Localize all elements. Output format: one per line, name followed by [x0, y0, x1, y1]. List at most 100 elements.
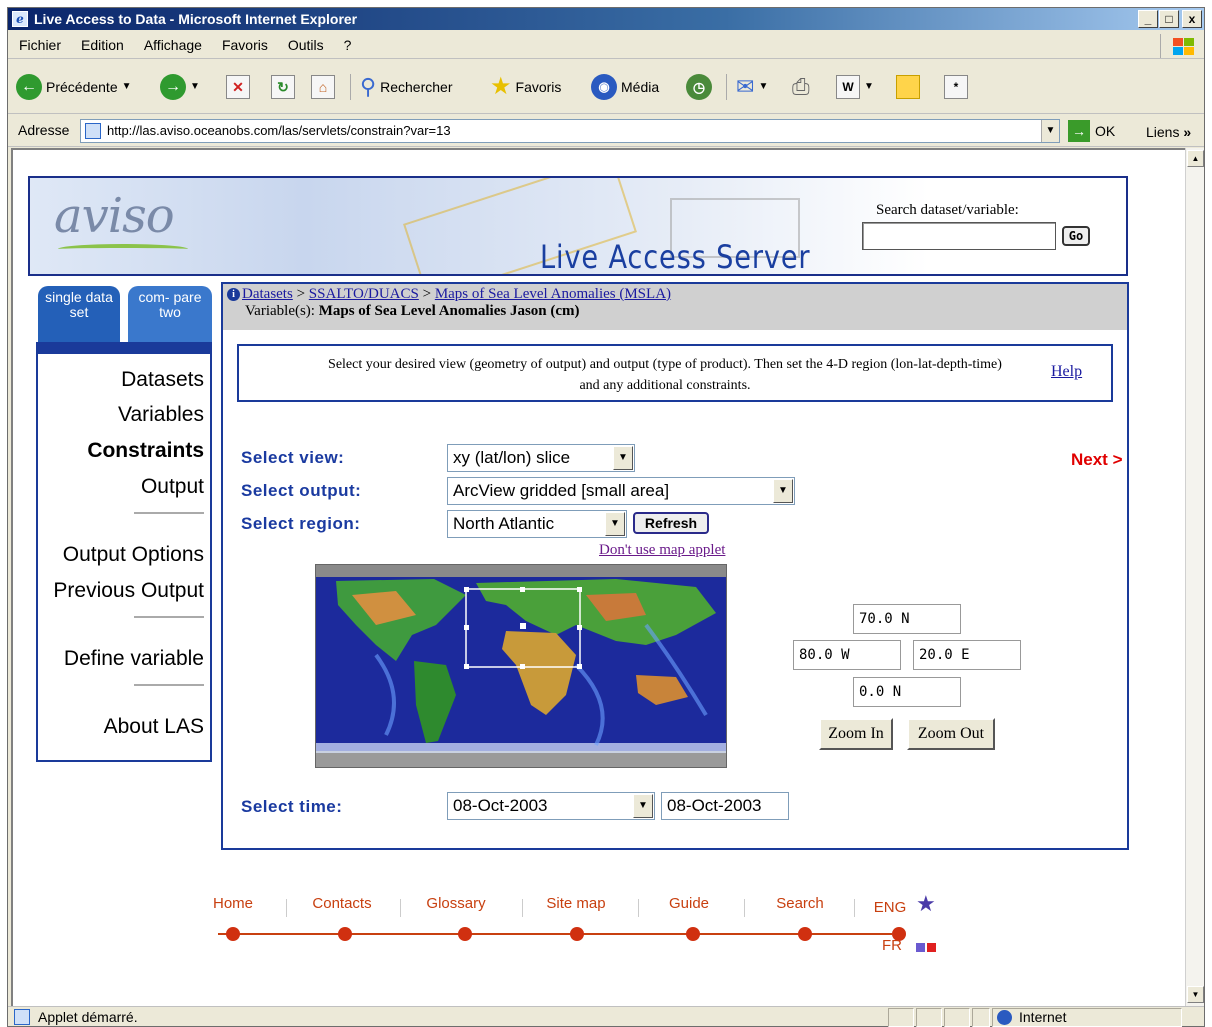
footer-divider [854, 899, 855, 917]
nav-define-variable[interactable]: Define variable [64, 647, 204, 671]
status-pane [888, 1008, 914, 1027]
menu-edition[interactable]: Edition [70, 31, 133, 59]
no-applet-link[interactable]: Don't use map applet [599, 542, 725, 559]
crumb-maps[interactable]: Maps of Sea Level Anomalies (MSLA) [435, 286, 671, 302]
go-button[interactable]: → OK [1068, 120, 1115, 142]
media-button[interactable]: ◉ Média [591, 72, 659, 102]
links-button[interactable]: Liens » [1146, 124, 1191, 140]
address-label: Adresse [18, 122, 70, 138]
zoom-out-button[interactable]: Zoom Out [907, 718, 995, 750]
west-coord-input[interactable]: 80.0 W [793, 640, 901, 670]
menu-help[interactable]: ? [333, 31, 361, 59]
region-select[interactable]: North Atlantic ▼ [447, 510, 627, 538]
nav-output[interactable]: Output [141, 475, 204, 499]
toolbar: ← Précédente ▼ → ▼ ✕ ↻ ⌂ ⚲ Rechercher ★ Favor… [8, 60, 1204, 114]
refresh-button[interactable]: Refresh [633, 512, 709, 534]
refresh-browser-button[interactable]: ↻ [271, 72, 295, 102]
footer-line [218, 933, 892, 935]
footer-glossary[interactable]: Glossary [418, 895, 494, 912]
links-label: Liens [1146, 124, 1180, 140]
edit-button[interactable]: W ▼ [836, 72, 874, 102]
stop-button[interactable]: ✕ [226, 72, 250, 102]
stop-icon: ✕ [226, 75, 250, 99]
menu-affichage[interactable]: Affichage [133, 31, 211, 59]
search-browser-button[interactable]: ⚲ Rechercher [360, 72, 453, 102]
tab-single-data-set[interactable]: single data set [38, 286, 120, 342]
page-icon [14, 1009, 30, 1025]
footer-fr[interactable]: FR [878, 937, 906, 954]
time-end-input[interactable]: 08-Oct-2003 [661, 792, 789, 820]
view-value: xy (lat/lon) slice [453, 448, 571, 467]
left-tabs: single data set com- pare two [36, 286, 212, 342]
back-label: Précédente [46, 79, 118, 95]
nav-previous-output[interactable]: Previous Output [53, 579, 204, 603]
next-link[interactable]: Next > [1071, 450, 1123, 470]
footer-dot [798, 927, 812, 941]
print-button[interactable]: ⎙ [792, 72, 810, 102]
note-icon: * [944, 75, 968, 99]
crumb-ssalto[interactable]: SSALTO/DUACS [309, 286, 419, 302]
time-start-select[interactable]: 08-Oct-2003 ▼ [447, 792, 655, 820]
chevron-right-icon: » [1183, 124, 1192, 140]
mail-icon: ✉ [736, 74, 755, 99]
footer-sitemap[interactable]: Site map [538, 895, 614, 912]
address-input[interactable]: http://las.aviso.oceanobs.com/las/servle… [80, 119, 1060, 143]
close-button[interactable]: x [1182, 10, 1202, 28]
info-icon[interactable]: i [227, 288, 240, 301]
word-icon: W [836, 75, 860, 99]
zone-text: Internet [1019, 1009, 1067, 1025]
nav-variables[interactable]: Variables [118, 403, 204, 427]
footer-eng[interactable]: ENG [870, 899, 910, 916]
search-label: Search dataset/variable: [876, 202, 1019, 218]
view-select[interactable]: xy (lat/lon) slice ▼ [447, 444, 635, 472]
world-map-image[interactable] [316, 565, 727, 768]
search-input[interactable] [862, 222, 1056, 250]
home-browser-button[interactable]: ⌂ [311, 72, 335, 102]
footer-contacts[interactable]: Contacts [304, 895, 380, 912]
variable-name: Maps of Sea Level Anomalies Jason (cm) [318, 303, 580, 319]
zone-pane: Internet [992, 1008, 1182, 1027]
ie-icon: e [12, 11, 28, 27]
minimize-button[interactable]: _ [1138, 10, 1158, 28]
address-dropdown-icon[interactable]: ▼ [1041, 120, 1059, 142]
scroll-down-icon[interactable]: ▼ [1187, 986, 1204, 1003]
internet-globe-icon [997, 1010, 1012, 1025]
tab-compare-two[interactable]: com- pare two [128, 286, 212, 342]
footer-home[interactable]: Home [208, 895, 258, 912]
star-icon: ★ [490, 73, 512, 100]
history-button[interactable]: ◷ [686, 72, 712, 102]
nav-datasets[interactable]: Datasets [121, 368, 204, 392]
nav-divider [134, 616, 204, 618]
discuss-button[interactable] [896, 72, 920, 102]
chevron-down-icon: ▼ [605, 512, 625, 536]
south-coord-input[interactable]: 0.0 N [853, 677, 961, 707]
status-text: Applet démarré. [38, 1009, 138, 1025]
menu-favoris[interactable]: Favoris [211, 31, 277, 59]
star-icon: ★ [916, 891, 936, 916]
zoom-in-button[interactable]: Zoom In [819, 718, 893, 750]
vertical-scrollbar[interactable]: ▲ ▼ [1185, 148, 1204, 1006]
menu-fichier[interactable]: Fichier [8, 31, 70, 59]
status-pane [944, 1008, 970, 1027]
search-go-button[interactable]: Go [1062, 226, 1090, 246]
folder-icon [896, 75, 920, 99]
scroll-up-icon[interactable]: ▲ [1187, 150, 1204, 167]
help-link[interactable]: Help [1051, 363, 1082, 381]
menu-outils[interactable]: Outils [277, 31, 333, 59]
output-select[interactable]: ArcView gridded [small area] ▼ [447, 477, 795, 505]
nav-output-options[interactable]: Output Options [63, 543, 204, 567]
world-map-applet[interactable] [315, 564, 727, 768]
nav-about-las[interactable]: About LAS [104, 715, 204, 739]
favorites-button[interactable]: ★ Favoris [490, 72, 561, 102]
mail-button[interactable]: ✉ ▼ [736, 72, 768, 102]
north-coord-input[interactable]: 70.0 N [853, 604, 961, 634]
footer-guide[interactable]: Guide [656, 895, 722, 912]
back-button[interactable]: ← Précédente ▼ [16, 72, 132, 102]
crumb-datasets[interactable]: Datasets [242, 286, 293, 302]
messenger-button[interactable]: * [944, 72, 968, 102]
east-coord-input[interactable]: 20.0 E [913, 640, 1021, 670]
footer-search[interactable]: Search [762, 895, 838, 912]
forward-button[interactable]: → ▼ [160, 72, 200, 102]
maximize-button[interactable]: □ [1159, 10, 1179, 28]
footer-dot [226, 927, 240, 941]
